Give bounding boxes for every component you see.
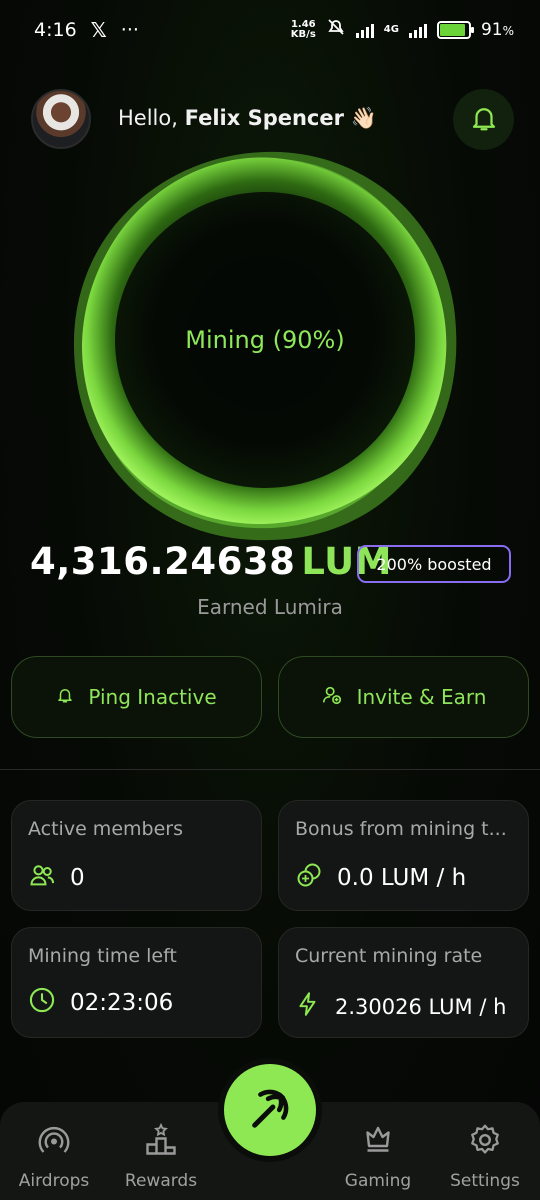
signal-icon: [355, 22, 374, 38]
mute-icon: [326, 17, 346, 42]
nav-settings[interactable]: Settings: [435, 1122, 535, 1191]
balance-amount: 4,316.24638: [30, 540, 296, 583]
stat-title: Mining time left: [28, 945, 177, 967]
divider: [0, 769, 540, 770]
nav-label: Settings: [450, 1171, 520, 1191]
users-icon: [28, 861, 56, 895]
stat-title: Bonus from mining t...: [295, 818, 507, 840]
broadcast-icon: [36, 1122, 72, 1163]
balance: 4,316.24638 LUM: [30, 540, 392, 583]
stat-card-bonus: Bonus from mining t... 0.0 LUM / h: [278, 800, 529, 911]
add-user-icon: [321, 684, 343, 711]
x-app-icon: 𝕏: [90, 18, 107, 42]
status-bar: 4:16 𝕏 ··· 1.46 KB/s 4G 91%: [0, 0, 540, 60]
coins-icon: [295, 861, 323, 895]
status-time: 4:16: [34, 19, 77, 41]
network-speed: 1.46 KB/s: [290, 18, 316, 40]
mining-orb[interactable]: Mining (90%): [60, 140, 470, 550]
stat-title: Active members: [28, 818, 183, 840]
stat-value: 0: [70, 865, 85, 891]
clock-icon: [28, 986, 56, 1020]
balance-caption: Earned Lumira: [197, 595, 343, 619]
stat-value: 2.30026 LUM / h: [335, 994, 507, 1019]
lightning-icon: [295, 990, 321, 1023]
stat-title: Current mining rate: [295, 945, 483, 967]
stat-value: 0.0 LUM / h: [337, 865, 467, 891]
stat-card-time-left: Mining time left 02:23:06: [11, 927, 262, 1038]
nav-label: Rewards: [124, 1171, 198, 1191]
network-type: 4G: [383, 24, 399, 35]
mining-status: Mining (90%): [185, 326, 345, 354]
battery-level: 91%: [480, 19, 514, 40]
greeting-prefix: Hello,: [118, 106, 178, 130]
nav-label: Gaming: [344, 1171, 412, 1191]
nav-gaming[interactable]: Gaming: [328, 1122, 428, 1191]
boost-badge[interactable]: 200% boosted: [357, 545, 511, 583]
podium-icon: [143, 1122, 179, 1163]
crown-icon: [360, 1122, 396, 1163]
more-notifications-icon: ···: [120, 19, 139, 41]
greeting: Hello, Felix Spencer 👋🏻: [118, 106, 377, 131]
pickaxe-icon: [247, 1085, 293, 1135]
stat-value: 02:23:06: [70, 990, 174, 1016]
mine-button[interactable]: [224, 1064, 316, 1156]
stat-card-active-members: Active members 0: [11, 800, 262, 911]
nav-label: Airdrops: [18, 1171, 90, 1191]
signal-icon-2: [408, 22, 427, 38]
nav-rewards[interactable]: Rewards: [111, 1122, 211, 1191]
bell-icon: [56, 685, 74, 709]
bell-icon: [469, 103, 499, 137]
gear-icon: [467, 1122, 503, 1163]
nav-airdrops[interactable]: Airdrops: [4, 1122, 104, 1191]
invite-label: Invite & Earn: [356, 685, 487, 709]
invite-earn-button[interactable]: Invite & Earn: [278, 656, 529, 738]
battery-icon: [436, 20, 474, 39]
ping-label: Ping Inactive: [88, 685, 217, 709]
wave-emoji: 👋🏻: [350, 106, 377, 130]
user-name: Felix Spencer: [184, 106, 344, 130]
stat-card-mining-rate: Current mining rate 2.30026 LUM / h: [278, 927, 529, 1038]
ping-inactive-button[interactable]: Ping Inactive: [11, 656, 262, 738]
